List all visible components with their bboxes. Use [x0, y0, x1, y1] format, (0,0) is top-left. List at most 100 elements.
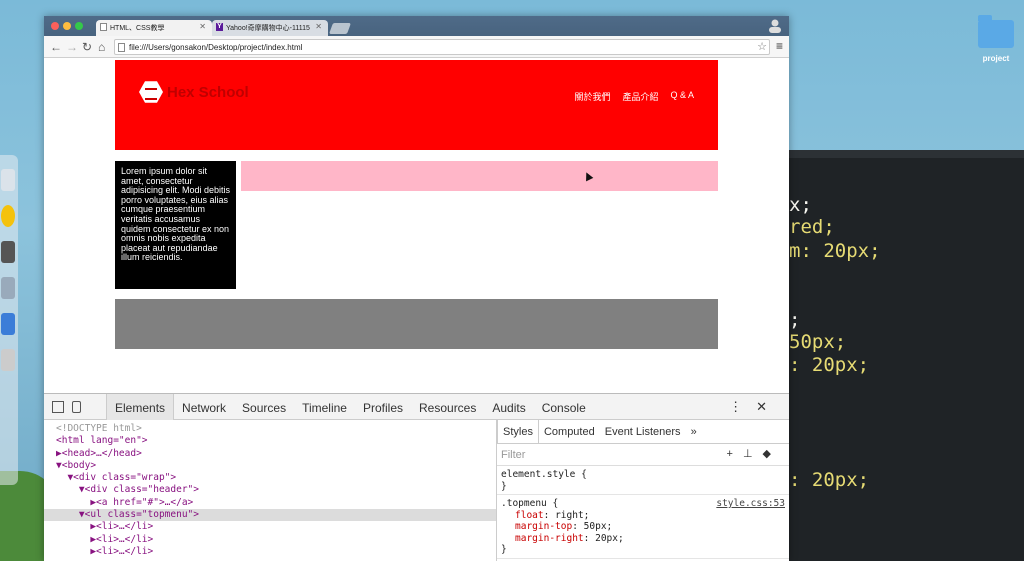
sidebar-text: Lorem ipsum dolor sit amet, consectetur … [115, 161, 236, 289]
css-property[interactable]: float: right; [501, 510, 789, 522]
browser-tab-active[interactable]: HTML、CSS教學 ✕ [96, 20, 212, 36]
dom-node[interactable]: ▶<li>…</li> [44, 546, 496, 558]
property-name: margin-top [515, 521, 573, 532]
code-line: ; [789, 309, 801, 331]
property-value: 50px; [583, 521, 613, 532]
devtools-panel: Elements Network Sources Timeline Profil… [44, 393, 789, 561]
dom-node[interactable]: ▶<a href="#">…</a> [44, 497, 496, 509]
page-viewport: Hex School 關於我們 產品介紹 Q & A Lorem ipsum d… [44, 58, 789, 413]
dom-node[interactable]: ▶<li>…</li> [44, 534, 496, 546]
tab-console[interactable]: Console [534, 394, 594, 420]
elements-tree: <!DOCTYPE html> <html lang="en"> ▶<head>… [44, 420, 496, 561]
css-property[interactable]: margin-right: 20px; [501, 533, 789, 545]
page-icon [100, 23, 107, 31]
tab-sources[interactable]: Sources [234, 394, 294, 420]
devtools-tabs: Elements Network Sources Timeline Profil… [106, 394, 594, 420]
filter-placeholder: Filter [501, 449, 526, 461]
site-logo[interactable]: Hex School [139, 80, 249, 104]
property-value: 20px; [595, 532, 624, 544]
close-devtools-icon[interactable]: ✕ [756, 399, 781, 414]
tab-elements[interactable]: Elements [106, 394, 175, 420]
device-mode-icon[interactable] [72, 400, 81, 413]
dom-node[interactable]: ▼<div class="header"> [44, 484, 496, 496]
close-window-button[interactable] [51, 22, 59, 30]
back-icon[interactable]: ← [50, 40, 62, 54]
dom-node-selected[interactable]: ▼<ul class="topmenu"> [44, 509, 496, 522]
dock-app-icon[interactable] [1, 349, 15, 371]
topmenu-style-rule: style.css:53 .topmenu { float: right; ma… [497, 495, 789, 559]
inspect-element-icon[interactable] [52, 400, 64, 413]
property-value: right; [555, 509, 590, 521]
devtools-toolbar: Elements Network Sources Timeline Profil… [44, 394, 789, 420]
tab-audits[interactable]: Audits [484, 394, 533, 420]
dock-app-icon[interactable] [1, 169, 15, 191]
folder-icon [978, 15, 1014, 48]
tab-close-icon[interactable]: ✕ [315, 22, 322, 31]
page-icon [118, 43, 125, 52]
tab-label: HTML、CSS教學 [110, 25, 165, 32]
grey-footer-block [115, 299, 718, 349]
tab-resources[interactable]: Resources [411, 394, 484, 420]
color-format-icon[interactable]: ◆ [763, 448, 781, 460]
dock-app-icon[interactable] [1, 241, 15, 263]
url-text: file:///Users/gonsakon/Desktop/project/i… [129, 43, 303, 52]
folder-label: project [982, 54, 1010, 63]
pink-content-block [241, 161, 718, 191]
devtools-actions: ⋮✕ [729, 399, 781, 415]
bookmark-star-icon[interactable]: ☆ [757, 40, 767, 53]
code-line: red; [789, 216, 835, 238]
dom-node[interactable]: <!DOCTYPE html> [44, 423, 496, 435]
hex-logo-icon [139, 81, 163, 103]
dock-app-icon[interactable] [1, 313, 15, 335]
tab-styles[interactable]: Styles [497, 420, 539, 443]
rule-close: } [501, 480, 507, 492]
more-tabs-icon[interactable]: » [686, 420, 702, 443]
chrome-icon[interactable] [1, 205, 15, 227]
profile-icon[interactable] [767, 18, 783, 34]
dom-node[interactable]: <html lang="en"> [44, 435, 496, 447]
dock [0, 155, 18, 485]
styles-filter-input[interactable]: Filter +⊥◆ [497, 444, 789, 466]
tab-event-listeners[interactable]: Event Listeners [600, 420, 686, 443]
code-line: : 20px; [789, 469, 870, 491]
browser-tab[interactable]: Y Yahoo!奇摩購物中心-11115 ✕ [212, 20, 328, 36]
forward-icon[interactable]: → [66, 40, 78, 54]
maximize-window-button[interactable] [75, 22, 83, 30]
dom-node[interactable]: ▼<div class="wrap"> [44, 472, 496, 484]
dom-node[interactable]: ▼<body> [44, 460, 496, 472]
menu-icon[interactable]: ≡ [776, 39, 783, 53]
filter-actions: +⊥◆ [727, 447, 782, 460]
code-line: m: 20px; [789, 240, 881, 262]
rule-close: } [501, 544, 507, 555]
styles-pane: Styles Computed Event Listeners » Filter… [496, 420, 789, 561]
reload-icon[interactable]: ↻ [82, 40, 92, 54]
tab-profiles[interactable]: Profiles [355, 394, 411, 420]
menu-item-qa[interactable]: Q & A [670, 90, 694, 103]
source-link[interactable]: style.css:53 [716, 498, 785, 510]
pin-icon[interactable]: ⊥ [743, 448, 763, 460]
logo-text: Hex School [167, 83, 249, 101]
more-options-icon[interactable]: ⋮ [729, 399, 756, 414]
tab-label: Yahoo!奇摩購物中心-11115 [226, 25, 310, 32]
add-rule-icon[interactable]: + [727, 448, 743, 460]
desktop-folder[interactable]: project [976, 15, 1016, 78]
dom-node[interactable]: ▶<head>…</head> [44, 448, 496, 460]
yahoo-icon: Y [216, 23, 223, 31]
rule-selector: element.style { [501, 469, 587, 480]
home-icon[interactable]: ⌂ [98, 40, 105, 54]
menu-item-about[interactable]: 關於我們 [574, 90, 610, 103]
tab-network[interactable]: Network [174, 394, 234, 420]
minimize-window-button[interactable] [63, 22, 71, 30]
css-property[interactable]: margin-top: 50px; [501, 521, 789, 533]
new-tab-button[interactable] [328, 23, 352, 34]
dom-node[interactable]: ▶<li>…</li> [44, 521, 496, 533]
menu-item-products[interactable]: 產品介紹 [622, 90, 658, 103]
dock-app-icon[interactable] [1, 277, 15, 299]
top-menu: 關於我們 產品介紹 Q & A [574, 90, 694, 103]
editor-topbar [789, 150, 1024, 158]
tab-computed[interactable]: Computed [539, 420, 600, 443]
address-bar[interactable]: file:///Users/gonsakon/Desktop/project/i… [114, 39, 770, 55]
tab-close-icon[interactable]: ✕ [199, 22, 206, 31]
styles-tabs: Styles Computed Event Listeners » [497, 420, 789, 444]
tab-timeline[interactable]: Timeline [294, 394, 355, 420]
